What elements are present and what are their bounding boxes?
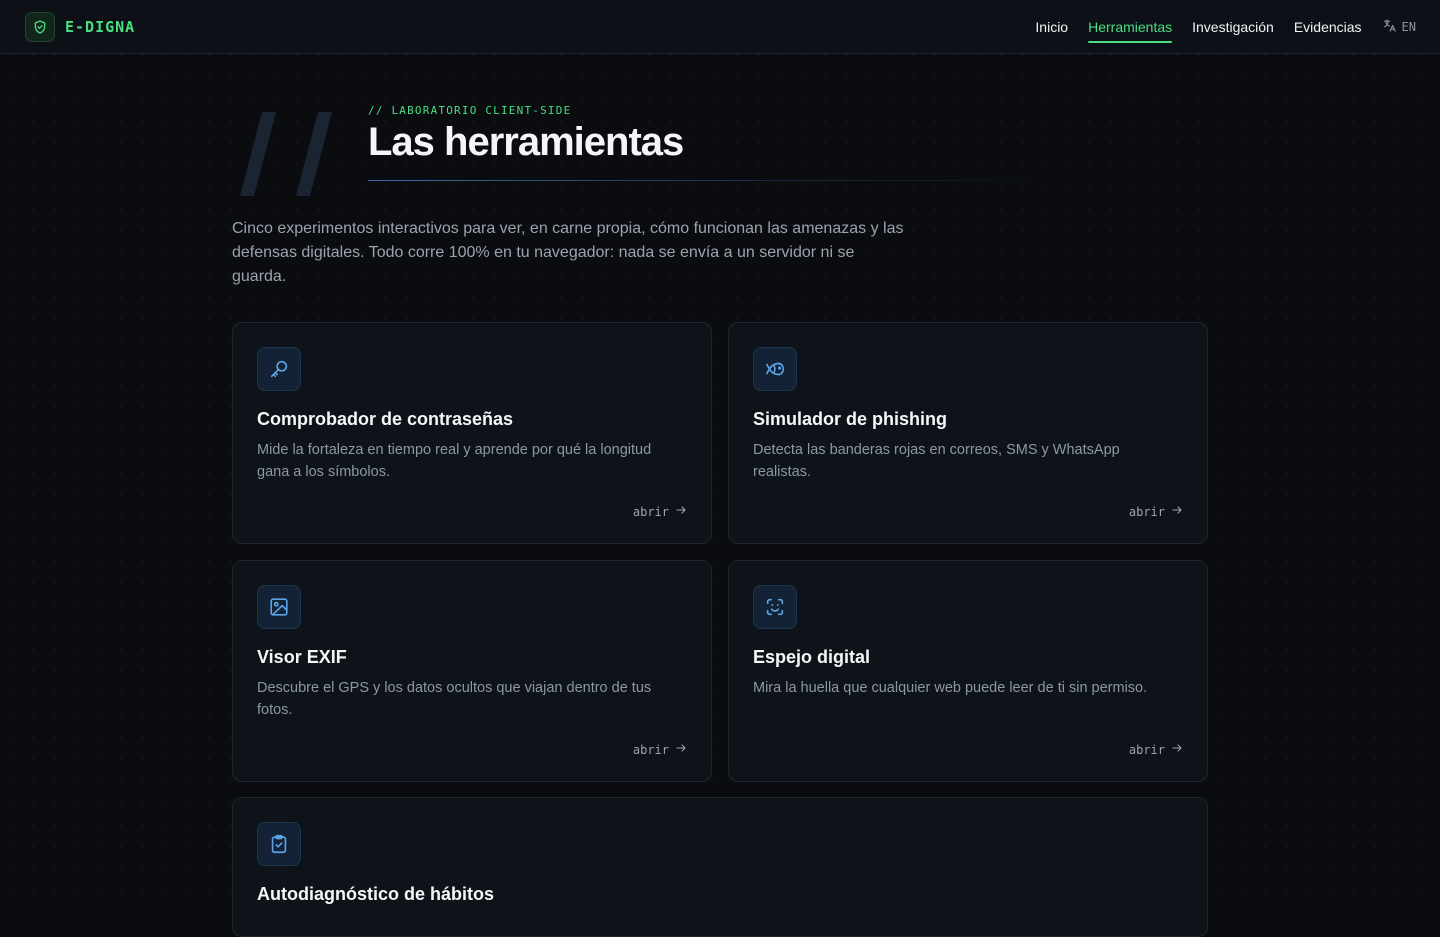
arrow-right-icon bbox=[1171, 742, 1183, 757]
brand-name: E-DIGNA bbox=[65, 18, 136, 36]
tool-card-title: Visor EXIF bbox=[257, 647, 347, 667]
section-kicker: // LABORATORIO CLIENT-SIDE bbox=[368, 104, 572, 117]
language-label: EN bbox=[1401, 20, 1416, 34]
open-tool-link[interactable]: abrir bbox=[1129, 504, 1183, 519]
arrow-right-icon bbox=[675, 742, 687, 757]
open-tool-label: abrir bbox=[1128, 742, 1165, 757]
face-scan-icon bbox=[753, 585, 797, 629]
shield-icon bbox=[25, 12, 55, 42]
top-navigation-bar: E-DIGNA Inicio Herramientas Investigació… bbox=[0, 0, 1440, 54]
tool-card-description: Detecta las banderas rojas en correos, S… bbox=[753, 442, 1120, 480]
open-tool-link[interactable]: abrir bbox=[633, 504, 687, 519]
language-switch[interactable]: EN bbox=[1382, 18, 1416, 36]
tool-card-title: Espejo digital bbox=[753, 647, 871, 667]
tool-card-password-checker[interactable]: Comprobador de contraseñas Mide la forta… bbox=[232, 322, 712, 544]
tool-card-title: Comprobador de contraseñas bbox=[257, 409, 514, 429]
tool-card-description: Mira la huella que cualquier web puede l… bbox=[753, 680, 1148, 696]
main-nav: Inicio Herramientas Investigación Eviden… bbox=[1035, 0, 1416, 54]
brand[interactable]: E-DIGNA bbox=[25, 12, 135, 42]
nav-link-herramientas[interactable]: Herramientas bbox=[1088, 11, 1173, 43]
arrow-right-icon bbox=[675, 504, 687, 519]
open-tool-label: abrir bbox=[632, 742, 669, 757]
nav-link-inicio[interactable]: Inicio bbox=[1035, 11, 1068, 43]
fish-icon bbox=[753, 347, 797, 391]
tool-card-habits-self-check[interactable]: Autodiagnóstico de hábitos bbox=[232, 797, 1208, 937]
clipboard-check-icon bbox=[257, 822, 301, 866]
tool-card-description: Mide la fortaleza en tiempo real y apren… bbox=[257, 442, 652, 480]
nav-link-evidencias[interactable]: Evidencias bbox=[1294, 11, 1362, 43]
open-tool-link[interactable]: abrir bbox=[1129, 742, 1183, 757]
tool-card-description: Descubre el GPS y los datos ocultos que … bbox=[257, 680, 652, 718]
tool-card-title: Simulador de phishing bbox=[753, 409, 948, 429]
page-title: Las herramientas bbox=[368, 120, 684, 164]
decorative-slashes bbox=[236, 108, 346, 205]
tool-card-digital-mirror[interactable]: Espejo digital Mira la huella que cualqu… bbox=[728, 560, 1208, 782]
nav-link-investigacion[interactable]: Investigación bbox=[1192, 11, 1274, 43]
title-underline bbox=[368, 180, 1058, 181]
open-tool-label: abrir bbox=[632, 504, 669, 519]
tool-card-phishing-simulator[interactable]: Simulador de phishing Detecta las bander… bbox=[728, 322, 1208, 544]
key-icon bbox=[257, 347, 301, 391]
intro-paragraph: Cinco experimentos interactivos para ver… bbox=[232, 220, 904, 285]
tool-card-title: Autodiagnóstico de hábitos bbox=[257, 884, 494, 904]
open-tool-label: abrir bbox=[1128, 504, 1165, 519]
translate-icon bbox=[1382, 18, 1397, 36]
tool-card-exif-viewer[interactable]: Visor EXIF Descubre el GPS y los datos o… bbox=[232, 560, 712, 782]
arrow-right-icon bbox=[1171, 504, 1183, 519]
open-tool-link[interactable]: abrir bbox=[633, 742, 687, 757]
image-icon bbox=[257, 585, 301, 629]
